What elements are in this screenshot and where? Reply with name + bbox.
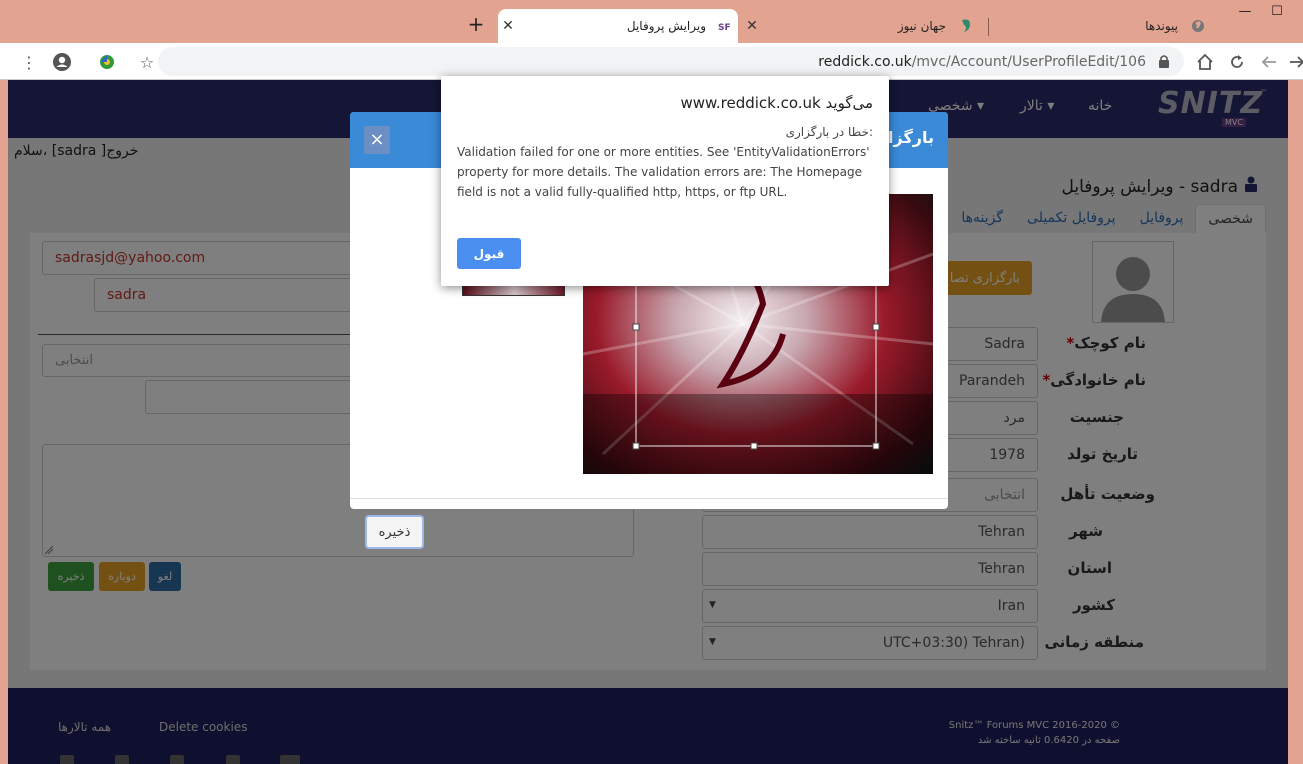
tab-title: ویرایش پروفایل [626, 19, 706, 33]
tab-separator [988, 18, 989, 36]
tab-jahan-news[interactable]: ✕ جهان نیوز [742, 9, 978, 43]
browser-toolbar: ⋮ ☆ reddick.co.uk/mvc/Account/UserProfil… [0, 43, 1303, 80]
minimize-button[interactable]: — [1236, 4, 1254, 22]
tab-title: جهان نیوز [897, 19, 946, 33]
globe-icon [1186, 19, 1210, 33]
modal-save-button[interactable]: ذخیره [365, 515, 424, 549]
news-favicon-icon [954, 18, 978, 34]
browser-tabbar: + ✕ ویرایش پروفایل SF ✕ جهان نیوز پیونده… [0, 0, 1303, 43]
tab-edit-profile[interactable]: ✕ ویرایش پروفایل SF [498, 9, 738, 43]
modal-footer-divider [350, 498, 948, 499]
lock-icon[interactable] [1158, 54, 1170, 68]
close-icon[interactable]: ✕ [742, 18, 762, 34]
url-text: reddick.co.uk/mvc/Account/UserProfileEdi… [818, 54, 1146, 70]
tab-title: پیوندها [1145, 19, 1178, 33]
account-icon[interactable] [51, 51, 73, 73]
svg-text:SF: SF [718, 23, 731, 31]
star-icon[interactable]: ☆ [136, 51, 158, 73]
modal-close-button[interactable]: × [364, 126, 390, 154]
url-domain: reddick.co.uk [818, 54, 912, 70]
browser-alert-dialog: www.reddick.co.uk می‌گوید خطا در بارگزار… [441, 76, 889, 286]
new-tab-button[interactable]: + [466, 14, 486, 36]
tab-links[interactable]: پیوندها [990, 9, 1210, 43]
menu-dots-icon[interactable]: ⋮ [18, 51, 40, 73]
alert-subtitle: خطا در بارگزاری: [785, 125, 873, 139]
back-icon[interactable] [1258, 51, 1280, 73]
alert-origin: www.reddick.co.uk می‌گوید [680, 94, 873, 112]
alert-message: Validation failed for one or more entiti… [457, 145, 870, 199]
address-bar[interactable]: reddick.co.uk/mvc/Account/UserProfileEdi… [158, 47, 1184, 76]
maximize-button[interactable]: ☐ [1268, 4, 1286, 22]
alert-ok-button[interactable]: قبول [457, 238, 521, 269]
extension-icon[interactable] [96, 51, 118, 73]
snitz-favicon-icon: SF [714, 21, 738, 31]
home-icon[interactable] [1194, 51, 1216, 73]
reload-icon[interactable] [1226, 51, 1248, 73]
close-icon[interactable]: ✕ [498, 18, 518, 34]
url-path: /mvc/Account/UserProfileEdit/106 [911, 54, 1146, 70]
forward-icon[interactable] [1286, 51, 1303, 73]
